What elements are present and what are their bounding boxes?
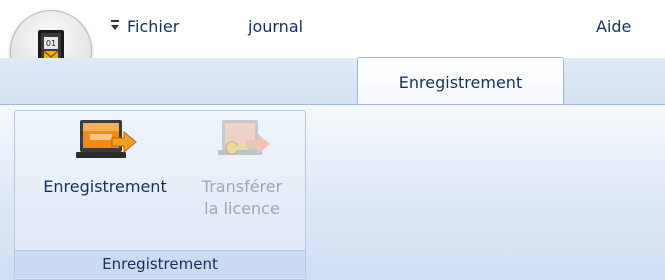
registration-button-label: Enregistrement (43, 177, 167, 196)
tab-journal[interactable]: journal (248, 14, 303, 40)
transfer-license-button[interactable]: Transférer la licence (188, 118, 296, 244)
tab-enregistrement[interactable]: Enregistrement (357, 57, 564, 105)
tab-aide[interactable]: Aide (596, 14, 631, 40)
transfer-license-label-line1: Transférer (201, 177, 283, 196)
ribbon-tab-strip (0, 58, 665, 104)
tab-fichier[interactable]: Fichier (127, 14, 179, 40)
registration-icon (76, 120, 137, 158)
registration-button[interactable]: Enregistrement (24, 118, 186, 214)
ribbon-group-label: Enregistrement (15, 250, 305, 278)
svg-text:01: 01 (46, 39, 56, 48)
title-bar (0, 0, 665, 58)
transfer-license-icon (218, 120, 270, 155)
transfer-license-label-line2: la licence (204, 199, 280, 218)
customize-quick-access-icon[interactable] (110, 18, 122, 32)
